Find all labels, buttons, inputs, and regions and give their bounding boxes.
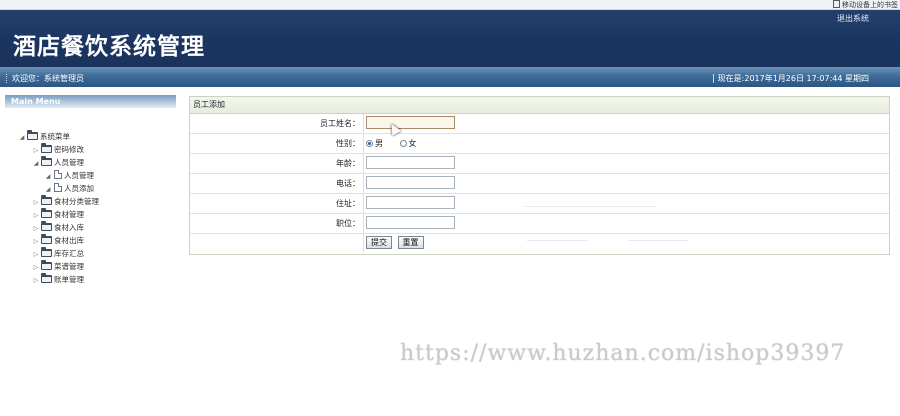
menu-item[interactable]: ▷ 密码修改 xyxy=(32,143,84,157)
menu-item-label: 人员管理 xyxy=(54,158,84,167)
status-bar: 欢迎您：系统管理员 现在是:2017年1月26日 17:07:44 星期四 xyxy=(0,67,900,87)
menu-item[interactable]: ▷ 食材入库 xyxy=(32,221,84,235)
menu-item[interactable]: ◢ 系统菜单 xyxy=(18,130,70,144)
mobile-bookmarks-link[interactable]: 移动设备上的书签 xyxy=(833,0,898,10)
reset-button[interactable]: 重置 xyxy=(397,236,424,249)
menu-item[interactable]: ◢ 人员添加 xyxy=(44,183,94,195)
menu-item[interactable]: ▷ 菜谱管理 xyxy=(32,260,84,274)
mobile-bookmarks-label: 移动设备上的书签 xyxy=(842,1,898,9)
current-datetime: 现在是:2017年1月26日 17:07:44 星期四 xyxy=(717,74,869,83)
name-input[interactable] xyxy=(366,116,455,129)
menu-item[interactable]: ▷ 食材出库 xyxy=(32,234,84,248)
age-label: 年龄： xyxy=(190,154,364,173)
browser-top-strip: 移动设备上的书签 xyxy=(0,0,900,10)
row-buttons: 提交 重置 xyxy=(190,234,889,253)
collapsed-arrow-icon[interactable]: ▷ xyxy=(32,223,40,235)
row-gender: 性别： 男 女 xyxy=(190,134,889,154)
expanded-arrow-icon[interactable]: ◢ xyxy=(18,132,26,144)
row-age: 年龄： xyxy=(190,154,889,174)
radio-selected-icon xyxy=(366,140,373,147)
phone-label: 电话： xyxy=(190,174,364,193)
folder-icon xyxy=(41,195,52,205)
logout-link[interactable]: 退出系统 xyxy=(837,13,869,24)
gender-male-label: 男 xyxy=(375,139,383,148)
collapsed-arrow-icon[interactable]: ▷ xyxy=(32,249,40,261)
name-label: 员工姓名： xyxy=(190,114,364,133)
folder-icon xyxy=(41,143,52,153)
folder-icon xyxy=(27,130,38,140)
menu-item[interactable]: ◢ 人员管理 xyxy=(44,170,94,182)
welcome-text-wrap: 欢迎您：系统管理员 xyxy=(6,73,84,84)
row-address: 住址： xyxy=(190,194,889,214)
header-banner: 酒店餐饮系统管理 退出系统 xyxy=(0,10,900,67)
artifact-line xyxy=(527,240,587,241)
folder-icon xyxy=(41,273,52,283)
row-phone: 电话： xyxy=(190,174,889,194)
menu-item[interactable]: ▷ 食材分类管理 xyxy=(32,195,99,209)
folder-icon xyxy=(41,221,52,231)
submit-button[interactable]: 提交 xyxy=(366,236,392,249)
menu-item-label: 食材分类管理 xyxy=(54,197,99,206)
menu-item[interactable]: ◢ 人员管理 xyxy=(32,156,84,170)
phone-input[interactable] xyxy=(366,176,455,189)
collapsed-arrow-icon[interactable]: ▷ xyxy=(32,210,40,222)
position-label: 职位： xyxy=(190,214,364,233)
menu-item-label: 系统菜单 xyxy=(40,132,70,141)
menu-item-label: 菜谱管理 xyxy=(54,262,84,271)
system-title: 酒店餐饮系统管理 xyxy=(13,34,205,60)
collapsed-arrow-icon[interactable]: ▷ xyxy=(32,275,40,287)
collapsed-arrow-icon[interactable]: ▷ xyxy=(32,145,40,157)
menu-item-label: 人员管理 xyxy=(64,171,94,180)
collapsed-arrow-icon[interactable]: ▷ xyxy=(32,236,40,248)
menu-item[interactable]: ▷ 账单管理 xyxy=(32,273,84,287)
radio-unselected-icon xyxy=(399,140,407,147)
folder-icon xyxy=(41,247,52,257)
datetime-wrap: 现在是:2017年1月26日 17:07:44 星期四 xyxy=(712,73,869,84)
gender-female-label: 女 xyxy=(408,139,417,148)
menu-item-label: 食材入库 xyxy=(54,223,84,232)
menu-item-label: 人员添加 xyxy=(64,184,94,193)
menu-item[interactable]: ▷ 食材管理 xyxy=(32,208,84,222)
menu-item[interactable]: ▷ 库存汇总 xyxy=(32,247,84,261)
folder-icon xyxy=(41,208,52,218)
gender-label: 性别： xyxy=(190,134,364,153)
menu-item-label: 食材出库 xyxy=(54,236,84,245)
address-label: 住址： xyxy=(190,194,364,213)
panel-title: 员工添加 xyxy=(190,97,889,114)
left-menu: Main Menu ◢ 系统菜单 ▷ 密码修改 ◢ 人员管理 ◢ 人员管理 ◢ 人员添加 ▷ 食材分类… xyxy=(5,95,176,413)
row-position: 职位： xyxy=(190,214,889,234)
position-input[interactable] xyxy=(366,216,455,229)
page-icon xyxy=(54,183,62,192)
main-menu-heading: Main Menu xyxy=(5,95,176,108)
collapsed-arrow-icon[interactable]: ▷ xyxy=(32,262,40,274)
artifact-line xyxy=(525,206,655,207)
welcome-text: 欢迎您：系统管理员 xyxy=(12,74,84,83)
row-name: 员工姓名： xyxy=(190,114,889,134)
menu-item-label: 账单管理 xyxy=(54,275,84,284)
menu-item-label: 食材管理 xyxy=(54,210,84,219)
expanded-arrow-icon[interactable]: ◢ xyxy=(32,158,40,170)
folder-icon xyxy=(41,156,52,166)
mobile-device-icon xyxy=(833,0,840,8)
menu-item-label: 库存汇总 xyxy=(54,249,84,258)
address-input[interactable] xyxy=(366,196,455,209)
employee-add-panel: 员工添加 员工姓名： 性别： 男 女 年龄： 电话： 住址： 职位： 提交 重置 xyxy=(189,96,890,255)
collapsed-arrow-icon[interactable]: ◢ xyxy=(44,171,52,183)
separator xyxy=(712,74,714,83)
folder-icon xyxy=(41,234,52,244)
folder-icon xyxy=(41,260,52,270)
artifact-line xyxy=(628,240,688,241)
page-icon xyxy=(54,170,62,179)
collapsed-arrow-icon[interactable]: ▷ xyxy=(32,197,40,209)
watermark-text: https://www.huzhan.com/ishop39397 xyxy=(400,341,846,366)
separator-dots xyxy=(6,74,9,83)
buttons-label-cell xyxy=(190,234,364,253)
gender-male-radio[interactable]: 男 xyxy=(366,136,383,151)
age-input[interactable] xyxy=(366,156,455,169)
gender-female-radio[interactable]: 女 xyxy=(399,136,417,151)
menu-item-label: 密码修改 xyxy=(54,145,84,154)
